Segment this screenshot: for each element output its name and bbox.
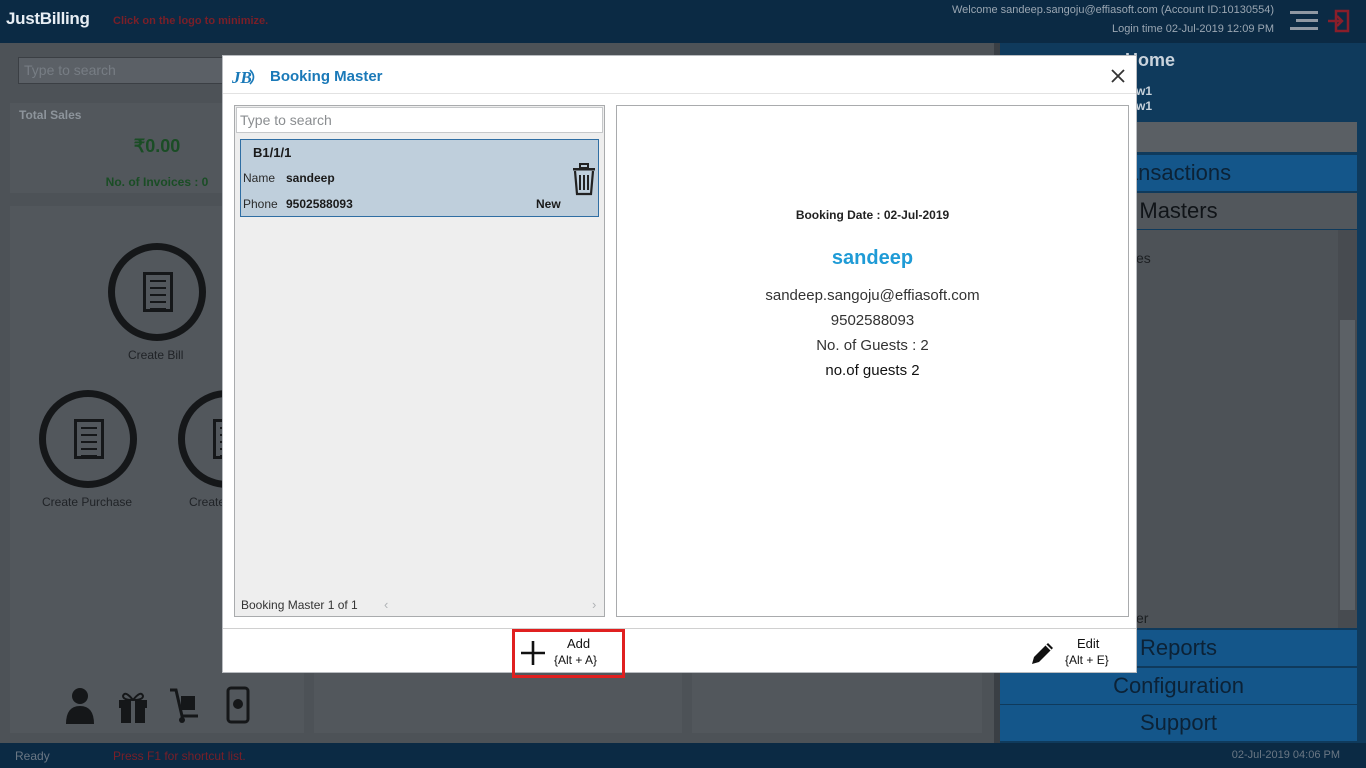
name-label: Name: [243, 171, 276, 185]
close-icon[interactable]: [1108, 66, 1128, 86]
status-ready: Ready: [15, 749, 50, 763]
booking-list-item[interactable]: B1/1/1 Name sandeep Phone 9502588093 New: [240, 139, 599, 217]
booking-date: Booking Date : 02-Jul-2019: [795, 208, 950, 222]
guest-count: No. of Guests : 2: [816, 337, 929, 354]
document-icon: [143, 272, 173, 312]
jb-logo-icon: JB: [231, 68, 255, 87]
add-label: Add: [567, 636, 591, 651]
booking-notes: no.of guests 2: [825, 362, 920, 379]
top-bar: JustBilling Click on the logo to minimiz…: [0, 0, 1366, 43]
edit-button[interactable]: Edit {Alt + E}: [1026, 633, 1126, 673]
booking-status-badge: New: [536, 197, 561, 211]
create-bill-tile[interactable]: [108, 243, 206, 341]
dialog-header: JB Booking Master: [223, 56, 1136, 94]
booking-count: Booking Master 1 of 1: [241, 598, 358, 612]
login-time: Login time 02-Jul-2019 12:09 PM: [1111, 23, 1274, 35]
scroll-left-icon[interactable]: ‹: [384, 597, 388, 612]
booking-id: B1/1/1: [253, 145, 292, 160]
create-purchase-label: Create Purchase: [42, 495, 133, 509]
status-datetime: 02-Jul-2019 04:06 PM: [1231, 749, 1340, 761]
create-label: Create: [189, 495, 226, 509]
menu-support[interactable]: Support: [1000, 705, 1357, 741]
menu-store: w1: [1136, 99, 1153, 113]
guest-name: sandeep: [831, 247, 914, 269]
delivery-icon[interactable]: [168, 686, 200, 724]
menu-store: w1: [1136, 84, 1153, 98]
edit-shortcut: {Alt + E}: [1065, 653, 1109, 667]
masters-list-item[interactable]: er: [1136, 610, 1148, 626]
list-footer: Booking Master 1 of 1 ‹ ›: [236, 596, 603, 615]
document-icon: [74, 419, 104, 459]
booking-search-input[interactable]: [236, 107, 603, 133]
booking-list-panel: B1/1/1 Name sandeep Phone 9502588093 New…: [234, 105, 605, 617]
phone-label: Phone: [243, 197, 278, 211]
booking-master-dialog: JB Booking Master B1/1/1 Name sandeep Ph…: [222, 55, 1137, 678]
menu-icon[interactable]: [1288, 11, 1318, 31]
status-bar: Ready Press F1 for shortcut list. 02-Jul…: [0, 743, 1366, 768]
add-shortcut: {Alt + A}: [554, 653, 598, 667]
guest-phone: 9502588093: [830, 312, 915, 329]
dialog-footer: Add {Alt + A} Edit {Alt + E}: [223, 628, 1136, 678]
plus-icon: [521, 641, 545, 665]
scroll-right-icon[interactable]: ›: [592, 597, 596, 612]
payment-icon[interactable]: [222, 686, 254, 724]
total-sales-title: Total Sales: [19, 108, 82, 122]
booking-name: sandeep: [286, 171, 335, 185]
gift-icon[interactable]: [117, 686, 149, 724]
logout-icon[interactable]: [1326, 8, 1354, 34]
booking-detail-panel: Booking Date : 02-Jul-2019 sandeep sande…: [616, 105, 1129, 617]
create-purchase-tile[interactable]: [39, 390, 137, 488]
dialog-title: Booking Master: [270, 68, 383, 85]
add-button[interactable]: Add {Alt + A}: [512, 629, 625, 678]
pencil-icon: [1032, 643, 1053, 664]
menu-configuration[interactable]: Configuration: [1000, 668, 1357, 704]
welcome-text: Welcome sandeep.sangoju@effiasoft.com (A…: [951, 4, 1274, 16]
booking-phone: 9502588093: [286, 197, 353, 211]
edit-label: Edit: [1077, 636, 1100, 651]
trash-icon[interactable]: [570, 162, 598, 196]
masters-scroll-thumb[interactable]: [1340, 320, 1355, 610]
guest-email: sandeep.sangoju@effiasoft.com: [765, 287, 980, 304]
create-bill-label: Create Bill: [128, 348, 184, 362]
app-logo[interactable]: JustBilling: [6, 9, 90, 29]
status-shortcut-hint: Press F1 for shortcut list.: [113, 749, 246, 763]
logo-hint: Click on the logo to minimize.: [113, 15, 269, 27]
customer-icon[interactable]: [64, 686, 96, 724]
masters-list-item[interactable]: es: [1136, 250, 1151, 266]
svg-text:JB: JB: [231, 68, 252, 87]
